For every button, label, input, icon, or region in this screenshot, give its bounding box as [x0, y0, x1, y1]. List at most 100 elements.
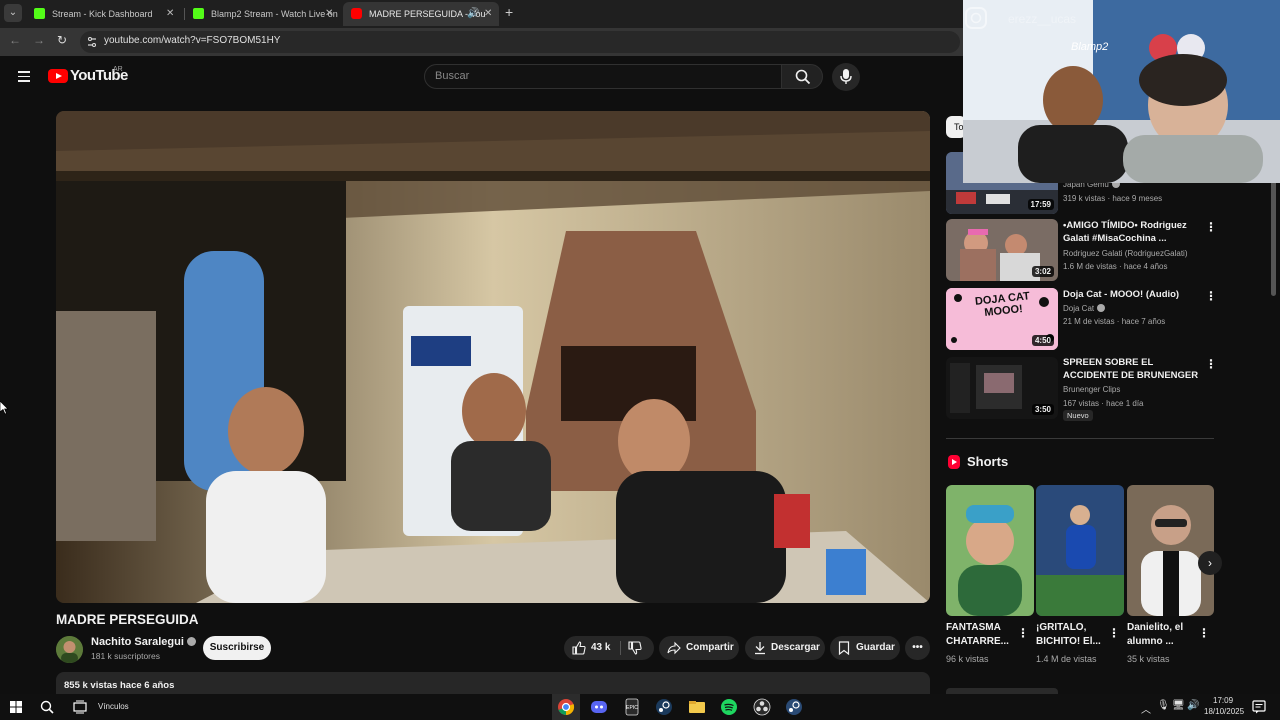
rec-channel[interactable]: Rodriguez Galati (RodriguezGalati) — [1063, 249, 1188, 258]
more-vert-icon[interactable]: ⋮ — [1198, 626, 1210, 640]
youtube-logo-icon[interactable] — [48, 69, 68, 83]
video-duration: 3:50 — [1031, 404, 1054, 415]
tab-search-button[interactable]: ⌄ — [4, 4, 22, 22]
rec-meta: 21 M de vistas · hace 7 años — [1063, 317, 1166, 326]
dislike-button[interactable] — [621, 636, 654, 660]
steam-icon[interactable] — [655, 698, 673, 716]
steam-icon[interactable] — [785, 698, 803, 716]
chevron-right-icon[interactable]: › — [1198, 551, 1222, 575]
webcam-overlay: Blamp2 erezz__ucas — [963, 0, 1280, 183]
clock-date[interactable]: 18/10/2025 — [1204, 707, 1244, 716]
windows-start-icon[interactable] — [10, 701, 22, 713]
epic-games-icon[interactable]: EPIC — [623, 698, 641, 716]
download-icon — [755, 642, 765, 655]
like-dislike-group: 43 k — [564, 636, 654, 660]
back-arrow-icon[interactable]: ← — [9, 33, 21, 47]
verified-icon — [1097, 304, 1106, 312]
like-button[interactable]: 43 k — [564, 636, 619, 660]
video-duration: 3:02 — [1031, 266, 1054, 277]
short-thumbnail[interactable] — [946, 485, 1034, 616]
reload-icon[interactable]: ↻ — [57, 33, 67, 47]
video-player[interactable] — [56, 111, 930, 603]
share-button[interactable]: Compartir — [659, 636, 739, 660]
views-and-date: 855 k vistas hace 6 años — [64, 680, 175, 691]
sidebar-divider — [946, 438, 1214, 439]
rec-meta: 1.6 M de vistas · hace 4 años — [1063, 262, 1168, 271]
rec-title[interactable]: Doja Cat - MOOO! (Audio) — [1063, 288, 1201, 301]
chrome-icon[interactable] — [557, 698, 575, 716]
speaker-icon[interactable]: 🔊 — [467, 2, 479, 26]
more-vert-icon[interactable]: ⋮ — [1108, 626, 1120, 640]
menu-icon[interactable] — [18, 71, 30, 82]
links-toolbar[interactable]: Vínculos — [98, 702, 129, 711]
tab-title: Blamp2 Stream - Watch Live on — [211, 9, 338, 19]
chevron-up-icon[interactable]: ︿ — [1141, 701, 1151, 716]
search-input[interactable]: Buscar — [424, 64, 782, 89]
notification-icon[interactable] — [1252, 700, 1266, 714]
subscribe-button[interactable]: Suscribirse — [203, 636, 271, 660]
clock-time[interactable]: 17:09 — [1213, 696, 1233, 705]
recommendation-thumbnail[interactable]: 3:02 — [946, 219, 1058, 281]
search-icon — [795, 69, 811, 85]
rec-channel-text: Doja Cat — [1063, 304, 1095, 313]
volume-icon[interactable]: 🔊 — [1187, 700, 1199, 711]
short-title[interactable]: FANTASMA CHATARRE... — [946, 621, 1018, 649]
webcam-image: Blamp2 — [963, 0, 1280, 183]
spotify-icon[interactable] — [720, 698, 738, 716]
forward-arrow-icon[interactable]: → — [33, 33, 45, 47]
thumbs-down-icon — [628, 641, 642, 655]
obs-icon[interactable] — [753, 698, 771, 716]
more-vert-icon[interactable]: ⋮ — [1205, 357, 1217, 371]
thumbs-up-icon — [572, 641, 586, 655]
short-views: 35 k vistas — [1127, 654, 1170, 664]
search-icon[interactable] — [40, 700, 54, 714]
channel-name-text: Nachito Saralegui — [91, 636, 184, 648]
subscriber-count: 181 k suscriptores — [91, 651, 160, 661]
microphone-icon — [840, 69, 852, 84]
recommendation-thumbnail[interactable]: DOJA CAT MOOO! 4:50 — [946, 288, 1058, 350]
microphone-icon[interactable]: 🎙 — [1157, 700, 1170, 711]
more-vert-icon[interactable]: ⋮ — [1205, 220, 1217, 234]
browser-tab-youtube-active[interactable]: MADRE PERSEGUIDA - You 🔊 ✕ — [343, 2, 499, 26]
close-icon[interactable]: ✕ — [166, 2, 174, 26]
short-title[interactable]: Danielito, el alumno ... — [1127, 621, 1199, 649]
network-icon[interactable]: 🖥 — [1172, 700, 1185, 711]
address-bar[interactable]: youtube.com/watch?v=FSO7BOM51HY — [80, 31, 960, 53]
video-duration: 4:50 — [1031, 335, 1054, 346]
short-views: 1.4 M de vistas — [1036, 654, 1097, 664]
video-frame — [56, 111, 930, 603]
save-button[interactable]: Guardar — [830, 636, 900, 660]
download-button[interactable]: Descargar — [745, 636, 825, 660]
browser-tab-kick-dashboard[interactable]: Stream - Kick Dashboard ✕ — [26, 2, 182, 26]
new-tab-button[interactable]: + — [505, 4, 513, 20]
short-title[interactable]: ¡GRITALO, BICHITO! El... — [1036, 621, 1108, 649]
short-thumbnail[interactable] — [1127, 485, 1214, 616]
browser-tab-blamp2-stream[interactable]: Blamp2 Stream - Watch Live on — [185, 2, 341, 26]
recommendation-thumbnail[interactable]: 3:50 — [946, 357, 1058, 419]
site-info-icon[interactable] — [86, 36, 98, 48]
more-actions-button[interactable]: ••• — [905, 636, 930, 660]
rec-channel[interactable]: Brunenger Clips — [1063, 385, 1120, 394]
more-vert-icon[interactable]: ⋮ — [1017, 626, 1029, 640]
new-badge: Nuevo — [1063, 410, 1093, 421]
close-icon[interactable]: ✕ — [325, 8, 333, 19]
channel-avatar[interactable] — [56, 636, 83, 663]
rec-title[interactable]: •AMIGO TÍMIDO• Rodriguez Galati #MisaCoc… — [1063, 219, 1201, 245]
verified-icon — [186, 637, 196, 646]
close-icon[interactable]: ✕ — [484, 2, 492, 26]
discord-icon[interactable] — [590, 698, 608, 716]
more-vert-icon[interactable]: ⋮ — [1205, 289, 1217, 303]
task-view-icon[interactable] — [73, 700, 87, 714]
short-views: 96 k vistas — [946, 654, 989, 664]
voice-search-button[interactable] — [832, 63, 860, 91]
more-horiz-icon: ••• — [912, 642, 923, 653]
video-duration: 17:59 — [1027, 199, 1054, 210]
short-thumbnail[interactable] — [1036, 485, 1124, 616]
search-button[interactable] — [781, 64, 823, 89]
sign-text: Blamp2 — [1071, 41, 1108, 53]
share-icon — [667, 641, 681, 655]
rec-channel[interactable]: Doja Cat — [1063, 304, 1106, 313]
channel-name[interactable]: Nachito Saralegui — [91, 636, 196, 648]
file-explorer-icon[interactable] — [688, 698, 706, 716]
rec-title[interactable]: SPREEN SOBRE EL ACCIDENTE DE BRUNENGER — [1063, 356, 1201, 382]
